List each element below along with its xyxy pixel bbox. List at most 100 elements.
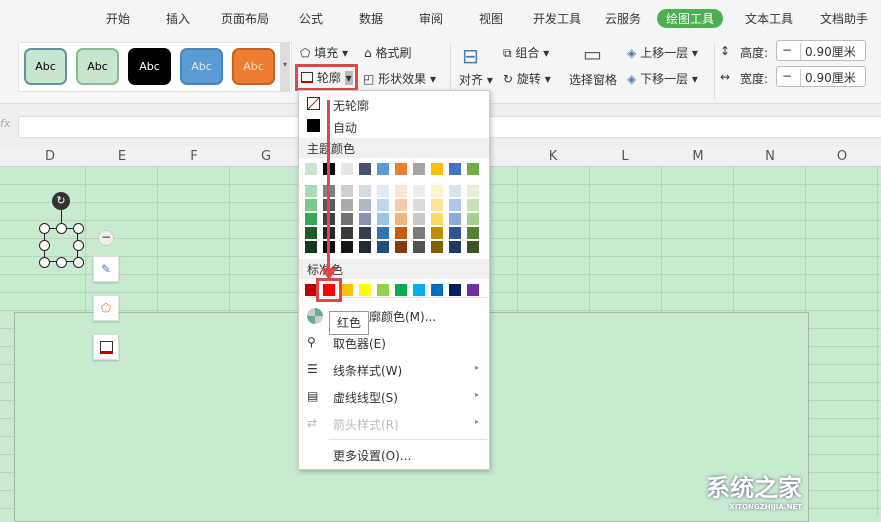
collapse-icon[interactable]: − xyxy=(98,230,114,246)
resize-handle[interactable] xyxy=(56,257,67,268)
theme-shade-swatch[interactable] xyxy=(377,227,389,239)
theme-shade-swatch[interactable] xyxy=(467,185,479,197)
theme-shade-swatch[interactable] xyxy=(395,199,407,211)
theme-shade-swatch[interactable] xyxy=(341,185,353,197)
theme-shade-swatch[interactable] xyxy=(467,227,479,239)
rotate-button[interactable]: ↻ 旋转 ▾ xyxy=(503,70,551,87)
column-header-k[interactable]: K xyxy=(517,149,589,164)
resize-handle[interactable] xyxy=(39,240,50,251)
selection-pane-button[interactable]: 选择窗格 xyxy=(569,71,617,88)
standard-color-swatch[interactable] xyxy=(431,284,443,296)
tab-home[interactable]: 开始 xyxy=(106,10,130,27)
tab-developer[interactable]: 开发工具 xyxy=(533,10,581,27)
tab-review[interactable]: 审阅 xyxy=(419,10,443,27)
theme-shade-swatch[interactable] xyxy=(377,241,389,253)
bring-forward-button[interactable]: ◈ 上移一层 ▾ xyxy=(627,44,698,61)
resize-handle[interactable] xyxy=(73,257,84,268)
theme-shade-swatch[interactable] xyxy=(341,241,353,253)
theme-shade-swatch[interactable] xyxy=(341,199,353,211)
theme-shade-swatch[interactable] xyxy=(341,227,353,239)
theme-shade-swatch[interactable] xyxy=(413,185,425,197)
theme-shade-swatch[interactable] xyxy=(377,185,389,197)
standard-color-swatch[interactable] xyxy=(449,284,461,296)
column-header-g[interactable]: G xyxy=(230,149,302,164)
column-header-l[interactable]: L xyxy=(589,149,661,164)
theme-shade-swatch[interactable] xyxy=(305,241,317,253)
shape-style-preset[interactable]: Abc xyxy=(128,48,171,85)
theme-shade-swatch[interactable] xyxy=(431,185,443,197)
style-brush-button[interactable]: ✎ xyxy=(93,256,119,282)
tab-drawing-tools[interactable]: 绘图工具 xyxy=(657,9,724,28)
theme-color-swatch[interactable] xyxy=(359,163,371,175)
theme-shade-swatch[interactable] xyxy=(395,227,407,239)
fill-button[interactable]: ⬠ 填充 ▾ xyxy=(300,44,348,61)
theme-shade-swatch[interactable] xyxy=(431,227,443,239)
menu-item-line-style[interactable]: ☰ 线条样式(W) ▸ xyxy=(299,358,489,382)
theme-shade-swatch[interactable] xyxy=(413,241,425,253)
height-decrement-button[interactable]: − xyxy=(782,43,792,57)
resize-handle[interactable] xyxy=(73,223,84,234)
theme-shade-swatch[interactable] xyxy=(467,199,479,211)
theme-color-swatch[interactable] xyxy=(341,163,353,175)
tab-insert[interactable]: 插入 xyxy=(166,10,190,27)
theme-shade-swatch[interactable] xyxy=(359,241,371,253)
tab-view[interactable]: 视图 xyxy=(479,10,503,27)
theme-shade-swatch[interactable] xyxy=(449,241,461,253)
tab-page-layout[interactable]: 页面布局 xyxy=(221,10,269,27)
theme-shade-swatch[interactable] xyxy=(449,227,461,239)
theme-shade-swatch[interactable] xyxy=(413,227,425,239)
theme-shade-swatch[interactable] xyxy=(359,199,371,211)
theme-shade-swatch[interactable] xyxy=(305,227,317,239)
theme-color-swatch[interactable] xyxy=(449,163,461,175)
theme-shade-swatch[interactable] xyxy=(395,241,407,253)
tab-cloud[interactable]: 云服务 xyxy=(605,10,641,27)
theme-shade-swatch[interactable] xyxy=(377,213,389,225)
standard-color-swatch[interactable] xyxy=(377,284,389,296)
resize-handle[interactable] xyxy=(56,223,67,234)
shape-style-preset[interactable]: Abc xyxy=(232,48,275,85)
gallery-more-button[interactable]: ▾ xyxy=(280,42,290,92)
tab-data[interactable]: 数据 xyxy=(359,10,383,27)
column-header-e[interactable]: E xyxy=(86,149,158,164)
theme-shade-swatch[interactable] xyxy=(449,185,461,197)
theme-shade-swatch[interactable] xyxy=(449,213,461,225)
theme-color-swatch[interactable] xyxy=(413,163,425,175)
standard-color-swatch[interactable] xyxy=(359,284,371,296)
theme-shade-swatch[interactable] xyxy=(395,185,407,197)
theme-shade-swatch[interactable] xyxy=(305,199,317,211)
standard-color-swatch[interactable] xyxy=(467,284,479,296)
menu-item-dash-type[interactable]: ▤ 虚线线型(S) ▸ xyxy=(299,385,489,409)
tab-formulas[interactable]: 公式 xyxy=(299,10,323,27)
format-painter-button[interactable]: ⌂ 格式刷 xyxy=(364,44,411,61)
theme-shade-swatch[interactable] xyxy=(413,199,425,211)
width-decrement-button[interactable]: − xyxy=(782,69,792,83)
quick-fill-button[interactable]: ⬠ xyxy=(93,295,119,321)
theme-shade-swatch[interactable] xyxy=(431,241,443,253)
theme-shade-swatch[interactable] xyxy=(341,213,353,225)
rotate-handle-icon[interactable]: ↻ xyxy=(52,192,70,210)
standard-color-swatch[interactable] xyxy=(395,284,407,296)
quick-outline-button[interactable] xyxy=(93,334,119,360)
menu-item-more-settings[interactable]: 更多设置(O)... xyxy=(299,443,489,467)
shape-effect-button[interactable]: ◰ 形状效果 ▾ xyxy=(363,70,436,87)
standard-color-swatch[interactable] xyxy=(413,284,425,296)
width-input[interactable]: −0.90厘米 xyxy=(776,66,866,87)
theme-shade-swatch[interactable] xyxy=(449,199,461,211)
shape-style-preset[interactable]: Abc xyxy=(24,48,67,85)
standard-color-swatch[interactable] xyxy=(341,284,353,296)
theme-shade-swatch[interactable] xyxy=(359,185,371,197)
theme-shade-swatch[interactable] xyxy=(305,213,317,225)
theme-shade-swatch[interactable] xyxy=(377,199,389,211)
send-backward-button[interactable]: ◈ 下移一层 ▾ xyxy=(627,70,698,87)
theme-color-swatch[interactable] xyxy=(377,163,389,175)
resize-handle[interactable] xyxy=(39,223,50,234)
resize-handle[interactable] xyxy=(39,257,50,268)
theme-color-swatch[interactable] xyxy=(395,163,407,175)
group-button[interactable]: ⧉ 组合 ▾ xyxy=(503,44,549,61)
theme-shade-swatch[interactable] xyxy=(467,213,479,225)
tab-text-tools[interactable]: 文本工具 xyxy=(745,10,793,27)
resize-handle[interactable] xyxy=(73,240,84,251)
theme-color-swatch[interactable] xyxy=(305,163,317,175)
height-input[interactable]: −0.90厘米 xyxy=(776,40,866,61)
theme-shade-swatch[interactable] xyxy=(467,241,479,253)
